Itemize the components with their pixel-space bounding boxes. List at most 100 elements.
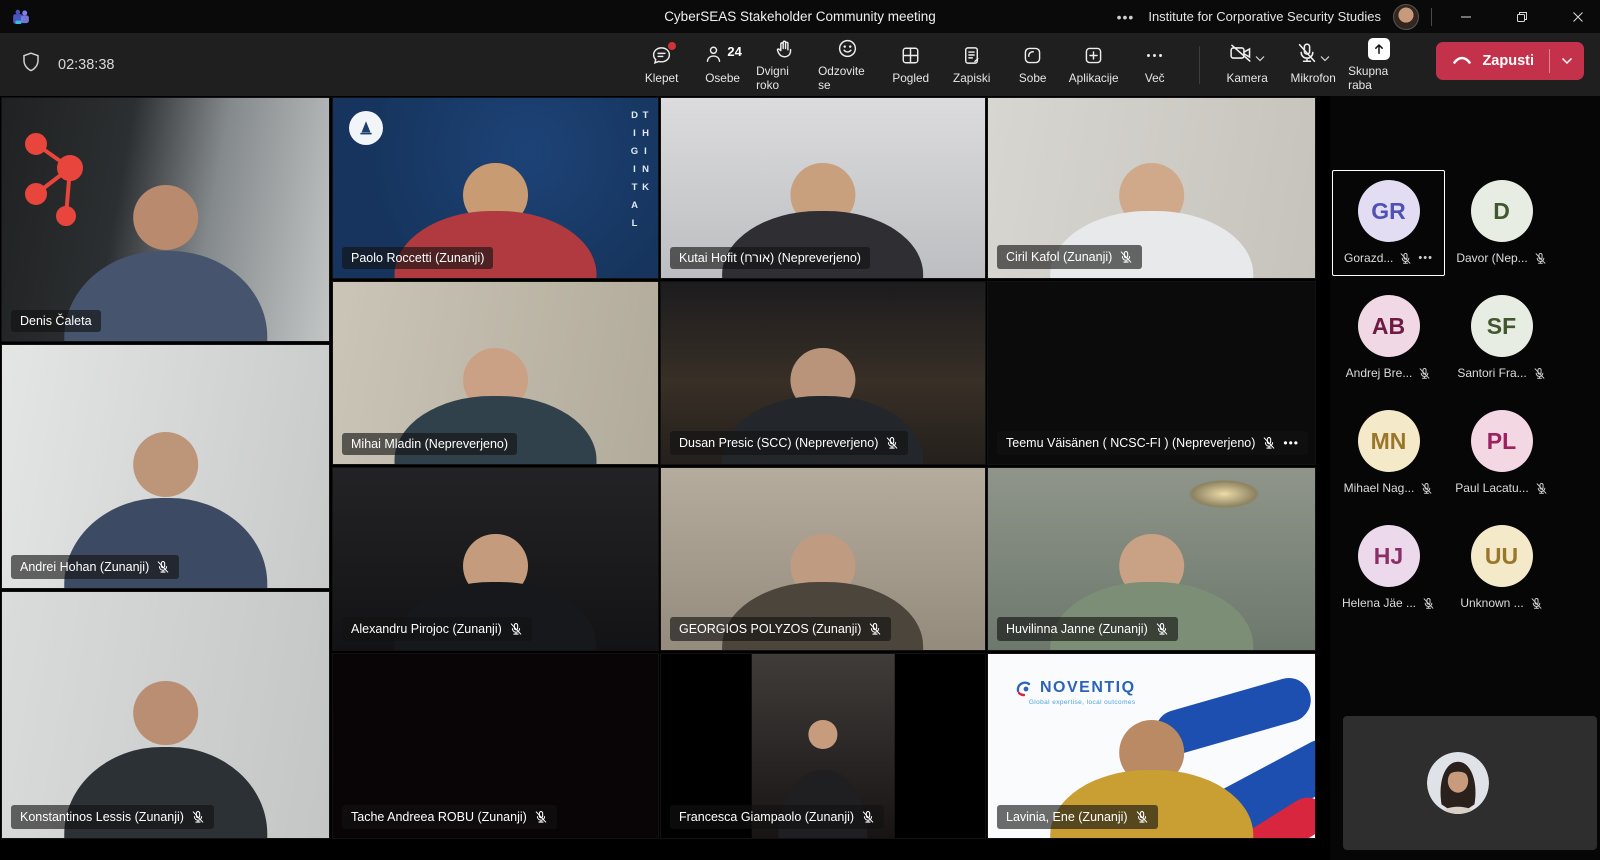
video-tile-denis[interactable]: Denis Čaleta	[2, 98, 329, 341]
close-button[interactable]	[1556, 0, 1600, 33]
leave-chevron-icon[interactable]	[1550, 57, 1584, 65]
sidebar-participant-santori[interactable]: SF Santori Fra...	[1445, 285, 1558, 391]
name-chip: Denis Čaleta	[11, 310, 101, 333]
name-chip: Paolo Roccetti (Zunanji)	[342, 247, 493, 270]
participant-name: GEORGIOS POLYZOS (Zunanji)	[679, 623, 861, 636]
tile-more-icon[interactable]: •••	[1283, 437, 1299, 449]
sidebar-participant-unknown[interactable]: UU Unknown ...	[1445, 515, 1558, 621]
rooms-icon	[1022, 45, 1043, 67]
sidebar-participant-gorazd[interactable]: GR Gorazd... •••	[1332, 170, 1445, 276]
noventiq-tagline: Global expertise, local outcomes	[1014, 699, 1136, 706]
participant-name: Unknown ...	[1460, 596, 1523, 610]
muted-mic-icon	[1119, 250, 1133, 264]
camera-off-icon	[1229, 42, 1253, 67]
chat-label: Klepet	[645, 71, 678, 85]
name-chip: GEORGIOS POLYZOS (Zunanji)	[670, 617, 891, 641]
mic-button[interactable]: Mikrofon	[1280, 41, 1346, 89]
titlebar-more-icon[interactable]: •••	[1115, 9, 1137, 25]
video-grid: Denis Čaleta Andrei Hohan (Zunanji) Kons…	[0, 96, 1330, 860]
video-tile-konstantinos[interactable]: Konstantinos Lessis (Zunanji)	[2, 592, 329, 838]
raise-hand-button[interactable]: Dvigni roko	[753, 34, 815, 96]
participant-name: Mihael Nag...	[1344, 481, 1415, 495]
name-chip: Kutai Hofit (אורח) (Nepreverjeno)	[670, 247, 870, 270]
participant-name: Andrei Hohan (Zunanji)	[20, 561, 149, 574]
video-tile-kutai[interactable]: Kutai Hofit (אורח) (Nepreverjeno)	[661, 98, 985, 278]
video-tile-georgios[interactable]: GEORGIOS POLYZOS (Zunanji)	[661, 468, 985, 650]
name-chip: Alexandru Pirojoc (Zunanji)	[342, 617, 532, 641]
muted-mic-icon	[1418, 367, 1431, 380]
react-button[interactable]: Odzovite se	[815, 34, 880, 96]
video-tile-teemu[interactable]: Teemu Väisänen ( NCSC-FI ) (Nepreverjeno…	[988, 282, 1315, 464]
teams-meeting-window: CyberSEAS Stakeholder Community meeting …	[0, 0, 1600, 860]
participant-name: Andrej Bre...	[1346, 366, 1413, 380]
participant-name: Santori Fra...	[1457, 366, 1526, 380]
avatar: D	[1471, 180, 1533, 242]
sidebar-participant-andrej[interactable]: AB Andrej Bre...	[1332, 285, 1445, 391]
participant-name: Tache Andreea ROBU (Zunanji)	[351, 811, 527, 824]
mic-label: Mikrofon	[1291, 71, 1336, 85]
participant-name: Kutai Hofit (אורח) (Nepreverjeno)	[679, 252, 861, 265]
chat-notification-dot	[668, 42, 676, 50]
video-tile-paolo[interactable]: THINK DIGITAL Paolo Roccetti (Zunanji)	[333, 98, 658, 278]
meeting-timer: 02:38:38	[58, 57, 114, 73]
muted-mic-icon	[509, 622, 523, 636]
name-chip: Huvilinna Janne (Zunanji)	[997, 617, 1178, 641]
participant-name: Paul Lacatu...	[1455, 481, 1528, 495]
meeting-toolbar: 02:38:38 Klepet 24	[0, 33, 1600, 96]
mic-chevron-icon[interactable]	[1320, 51, 1330, 65]
camera-chevron-icon[interactable]	[1255, 51, 1265, 65]
more-dots-icon	[1144, 45, 1165, 67]
video-tile-mihai[interactable]: Mihai Mladin (Nepreverjeno)	[333, 282, 658, 464]
video-tile-francesca[interactable]: Francesca Giampaolo (Zunanji)	[661, 654, 985, 838]
sidebar-participant-helena[interactable]: HJ Helena Jäe ...	[1332, 515, 1445, 621]
apps-button[interactable]: Aplikacije	[1063, 41, 1124, 89]
camera-button[interactable]: Kamera	[1214, 41, 1280, 89]
rooms-label: Sobe	[1019, 71, 1047, 85]
people-button[interactable]: 24 Osebe	[692, 41, 753, 89]
video-tile-huvilinna[interactable]: Huvilinna Janne (Zunanji)	[988, 468, 1315, 650]
smiley-icon	[837, 38, 858, 60]
rooms-button[interactable]: Sobe	[1002, 41, 1063, 89]
company-logo	[349, 111, 383, 145]
participant-name: Konstantinos Lessis (Zunanji)	[20, 811, 184, 824]
notes-button[interactable]: Zapiski	[941, 41, 1002, 89]
participant-name: Gorazd...	[1344, 251, 1393, 265]
shield-icon	[20, 51, 42, 78]
name-chip: Andrei Hohan (Zunanji)	[11, 555, 179, 579]
people-label: Osebe	[705, 71, 740, 85]
participant-name: Helena Jäe ...	[1342, 596, 1416, 610]
share-button[interactable]: Skupna raba	[1346, 34, 1412, 96]
people-icon	[703, 44, 724, 68]
minimize-button[interactable]	[1444, 0, 1488, 33]
account-name[interactable]: Institute for Corporative Security Studi…	[1148, 9, 1381, 24]
video-tile-tache[interactable]: Tache Andreea ROBU (Zunanji)	[333, 654, 658, 838]
video-tile-dusan[interactable]: Dusan Presic (SCC) (Nepreverjeno)	[661, 282, 985, 464]
sidebar-participant-paul[interactable]: PL Paul Lacatu...	[1445, 400, 1558, 506]
chat-button[interactable]: Klepet	[631, 41, 692, 89]
view-button[interactable]: Pogled	[880, 41, 941, 89]
hangup-icon	[1451, 52, 1473, 70]
avatar: SF	[1471, 295, 1533, 357]
toolbar-divider	[1199, 46, 1200, 84]
video-tile-andrei[interactable]: Andrei Hohan (Zunanji)	[2, 345, 329, 588]
account-avatar[interactable]	[1393, 4, 1419, 30]
sidebar-participant-davor[interactable]: D Davor (Nep...	[1445, 170, 1558, 276]
participant-name: Mihai Mladin (Nepreverjeno)	[351, 438, 508, 451]
title-bar: CyberSEAS Stakeholder Community meeting …	[0, 0, 1600, 33]
video-tile-ciril[interactable]: Ciril Kafol (Zunanji)	[988, 98, 1315, 278]
leave-button[interactable]: Zapusti	[1436, 42, 1584, 80]
share-icon	[1368, 38, 1390, 60]
self-view-tile[interactable]	[1343, 716, 1597, 850]
video-tile-lavinia[interactable]: NOVENTIQ Global expertise, local outcome…	[988, 654, 1315, 838]
participant-name: Ciril Kafol (Zunanji)	[1006, 251, 1112, 264]
sidebar-participant-mihael[interactable]: MN Mihael Nag...	[1332, 400, 1445, 506]
name-chip: Lavinia, Ene (Zunanji)	[997, 805, 1158, 829]
more-button[interactable]: Več	[1124, 41, 1185, 89]
ceiling-lamp	[1189, 480, 1259, 508]
camera-label: Kamera	[1226, 71, 1267, 85]
avatar: MN	[1358, 410, 1420, 472]
restore-button[interactable]	[1500, 0, 1544, 33]
muted-mic-icon	[156, 560, 170, 574]
video-tile-alexandru[interactable]: Alexandru Pirojoc (Zunanji)	[333, 468, 658, 650]
participant-more-icon[interactable]: •••	[1418, 252, 1433, 264]
